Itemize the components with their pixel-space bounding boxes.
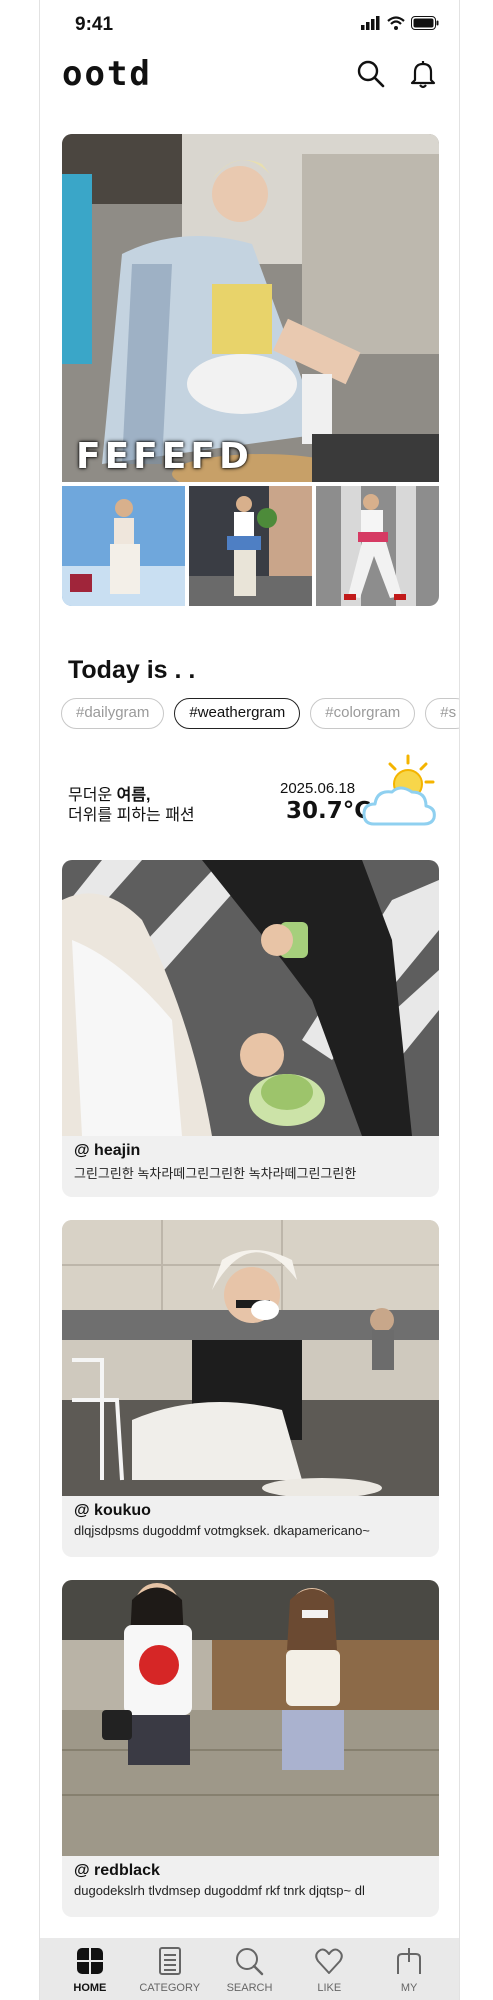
hero-thumbnail-2[interactable] — [189, 486, 312, 606]
status-bar: 9:41 — [40, 0, 459, 44]
feed-card[interactable]: @ heajin 그린그린한 녹차라떼그린그린한 녹차라떼그린그린한 — [62, 860, 439, 1197]
hashtag-dailygram[interactable]: #dailygram — [61, 698, 165, 729]
feed-description: dlqjsdpsms dugoddmf votmgksek. dkapameri… — [74, 1523, 370, 1538]
nav-label: CATEGORY — [139, 1982, 201, 1994]
search-icon — [236, 1948, 264, 1976]
hero-banner[interactable]: FEFEFD — [62, 134, 439, 606]
weather-date: 2025.06.18 — [280, 780, 356, 797]
weather-temperature: 30.7°C — [286, 798, 372, 824]
hero-thumbnail-3[interactable] — [316, 486, 439, 606]
app-screen: 9:41 ootd FEFEFD Today is . . #dailygram… — [39, 0, 460, 2000]
app-logo[interactable]: ootd — [62, 54, 152, 94]
feed-description: dugodekslrh tlvdmsep dugoddmf rkf tnrk d… — [74, 1883, 365, 1898]
hashtag-partial[interactable]: #s — [425, 698, 459, 729]
feed-username[interactable]: @ koukuo — [74, 1502, 151, 1520]
nav-label: HOME — [73, 1982, 107, 1994]
search-icon — [357, 60, 385, 88]
nav-search[interactable]: SEARCH — [210, 1938, 290, 2000]
app-header: ootd — [40, 54, 459, 98]
header-search-button[interactable] — [355, 58, 387, 90]
nav-label: SEARCH — [226, 1982, 273, 1994]
status-icons — [361, 16, 439, 30]
hashtag-colorgram[interactable]: #colorgram — [310, 698, 416, 729]
status-time: 9:41 — [75, 14, 114, 35]
sun-cloud-icon — [362, 754, 436, 826]
category-icon — [158, 1947, 181, 1975]
feed-photo[interactable] — [62, 860, 439, 1136]
hashtag-weathergram[interactable]: #weathergram — [174, 698, 301, 729]
weather-headline-sub: 더위를 피하는 패션 — [68, 807, 195, 824]
heart-icon — [315, 1948, 344, 1974]
hero-main-photo[interactable] — [62, 134, 439, 482]
nav-home[interactable]: HOME — [50, 1938, 130, 2000]
weather-headline-season: 여름, — [116, 787, 151, 804]
bottom-navigation: HOME CATEGORY SEARCH LIKE MY — [40, 1938, 459, 2000]
home-icon — [76, 1948, 103, 1974]
weather-section: 무더운 여름, 더위를 피하는 패션 2025.06.18 30.7°C — [40, 754, 459, 834]
hashtag-list: #dailygram #weathergram #colorgram #s — [61, 698, 459, 730]
nav-label: MY — [400, 1982, 418, 1994]
feed-card[interactable]: @ redblack dugodekslrh tlvdmsep dugoddmf… — [62, 1580, 439, 1917]
feed-description: 그린그린한 녹차라떼그린그린한 녹차라떼그린그린한 — [74, 1166, 357, 1181]
feed-photo[interactable] — [62, 1220, 439, 1496]
nav-like[interactable]: LIKE — [289, 1938, 369, 2000]
nav-category[interactable]: CATEGORY — [130, 1938, 210, 2000]
feed-username[interactable]: @ heajin — [74, 1142, 140, 1160]
bell-icon — [410, 61, 436, 89]
wifi-icon — [387, 16, 405, 30]
hero-thumbnail-1[interactable] — [62, 486, 185, 606]
my-icon — [397, 1948, 422, 1974]
weather-headline: 무더운 여름, 더위를 피하는 패션 — [68, 786, 195, 826]
header-notification-button[interactable] — [407, 58, 439, 90]
weather-headline-prefix: 무더운 — [68, 787, 117, 804]
feed-photo[interactable] — [62, 1580, 439, 1856]
feed-username[interactable]: @ redblack — [74, 1862, 160, 1880]
hero-caption: FEFEFD — [76, 436, 253, 477]
today-title: Today is . . — [68, 656, 196, 684]
battery-icon — [411, 16, 439, 30]
signal-icon — [361, 16, 380, 30]
feed-card[interactable]: @ koukuo dlqjsdpsms dugoddmf votmgksek. … — [62, 1220, 439, 1557]
nav-my[interactable]: MY — [369, 1938, 449, 2000]
nav-label: LIKE — [317, 1982, 342, 1994]
